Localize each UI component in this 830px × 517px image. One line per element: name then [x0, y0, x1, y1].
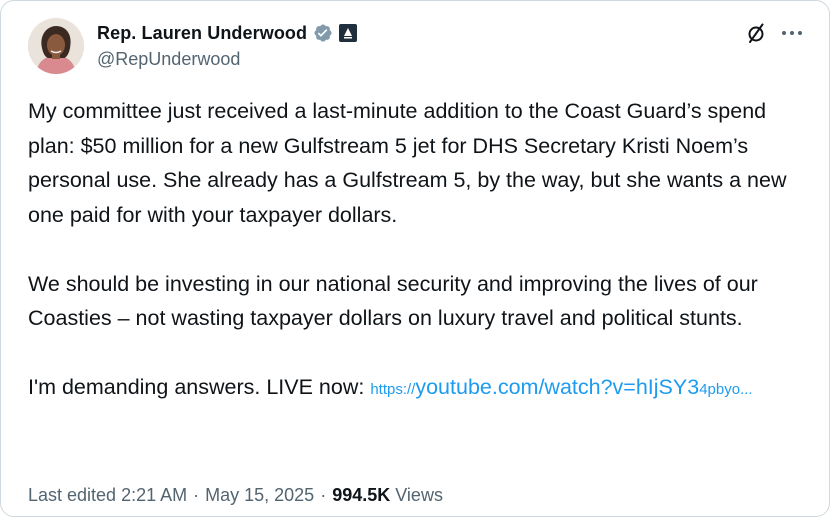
tweet-paragraph-3: I'm demanding answers. LIVE now: https:/… — [28, 370, 808, 408]
tweet-meta: Last edited 2:21 AM · May 15, 2025 · 994.5K … — [28, 485, 443, 506]
grok-icon[interactable] — [745, 21, 769, 45]
avatar[interactable] — [28, 18, 84, 74]
edited-timestamp[interactable]: Last edited 2:21 AM — [28, 485, 187, 505]
more-dots-icon[interactable] — [779, 21, 805, 45]
views-count: 994.5K — [332, 485, 391, 505]
views-label: Views — [395, 485, 443, 505]
link-main: youtube.com/watch?v=hIjSY3 — [415, 375, 700, 399]
meta-separator-2: · — [320, 485, 327, 505]
link-tail: 4pbyo... — [699, 381, 753, 398]
display-name[interactable]: Rep. Lauren Underwood — [97, 23, 307, 44]
tweet-paragraph-3-text: I'm demanding answers. LIVE now: — [28, 375, 371, 399]
tweet-date[interactable]: May 15, 2025 — [205, 485, 314, 505]
meta-separator: · — [193, 485, 200, 505]
verified-badge-icon[interactable] — [313, 23, 333, 43]
profile-photo-icon — [28, 18, 84, 74]
link-scheme: https:// — [370, 381, 416, 398]
tweet-paragraph-2: We should be investing in our national s… — [28, 271, 758, 331]
tweet-paragraph-1: My committee just received a last-minute… — [28, 99, 787, 227]
government-affiliate-badge-icon[interactable] — [339, 24, 358, 42]
tweet-text: My committee just received a last-minute… — [28, 94, 808, 408]
author-handle[interactable]: @RepUnderwood — [97, 49, 240, 70]
youtube-link[interactable]: https://youtube.com/watch?v=hIjSY34pbyo.… — [370, 375, 752, 399]
tweet-card[interactable]: Rep. Lauren Underwood @RepUnderwood My c… — [0, 0, 830, 517]
author-row: Rep. Lauren Underwood — [97, 21, 358, 45]
